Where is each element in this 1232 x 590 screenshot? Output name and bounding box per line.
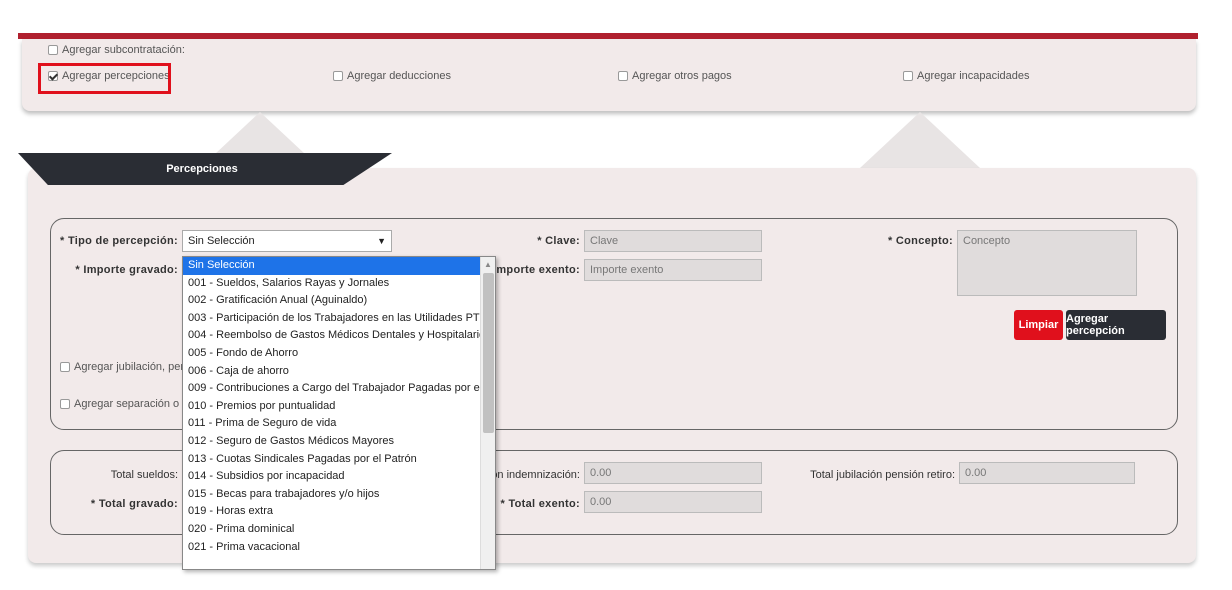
clave-input[interactable]: Clave xyxy=(584,230,762,252)
subcontratacion-option[interactable]: Agregar subcontratación: xyxy=(48,44,185,56)
dropdown-option[interactable]: Sin Selección xyxy=(183,257,481,275)
dropdown-option[interactable]: 019 - Horas extra xyxy=(183,503,481,521)
limpiar-button[interactable]: Limpiar xyxy=(1014,310,1063,340)
total-separacion-value: 0.00 xyxy=(584,462,762,484)
chevron-down-icon: ▼ xyxy=(377,236,386,246)
deducciones-checkbox[interactable] xyxy=(333,71,343,81)
jubilacion-option[interactable]: Agregar jubilación, pensió xyxy=(60,361,201,373)
total-sueldos-label: Total sueldos: xyxy=(110,469,178,481)
dropdown-option[interactable]: 012 - Seguro de Gastos Médicos Mayores xyxy=(183,433,481,451)
dropdown-options-list[interactable]: Sin Selección 001 - Sueldos, Salarios Ray… xyxy=(183,257,481,556)
dropdown-option[interactable]: 010 - Premios por puntualidad xyxy=(183,398,481,416)
deducciones-option[interactable]: Agregar deducciones xyxy=(333,70,451,82)
concepto-input[interactable]: Concepto xyxy=(957,230,1137,296)
dropdown-option[interactable]: 006 - Caja de ahorro xyxy=(183,363,481,381)
dropdown-option[interactable]: 002 - Gratificación Anual (Aguinaldo) xyxy=(183,292,481,310)
tipo-percepcion-dropdown[interactable]: Sin Selección 001 - Sueldos, Salarios Ray… xyxy=(182,256,496,570)
tipo-percepcion-select[interactable]: Sin Selección ▼ xyxy=(182,230,392,252)
dropdown-option[interactable]: 020 - Prima dominical xyxy=(183,521,481,539)
importe-exento-input[interactable]: Importe exento xyxy=(584,259,762,281)
subcontratacion-label: Agregar subcontratación: xyxy=(62,44,185,56)
dropdown-option[interactable]: 013 - Cuotas Sindicales Pagadas por el P… xyxy=(183,451,481,469)
dropdown-option[interactable]: 004 - Reembolso de Gastos Médicos Dental… xyxy=(183,327,481,345)
total-jubilacion-value: 0.00 xyxy=(959,462,1135,484)
clave-label: * Clave: xyxy=(537,235,580,247)
tipo-percepcion-value: Sin Selección xyxy=(188,235,255,247)
otros-pagos-label: Agregar otros pagos xyxy=(632,70,732,82)
dropdown-option[interactable]: 011 - Prima de Seguro de vida xyxy=(183,415,481,433)
agregar-percepcion-button[interactable]: Agregar percepción xyxy=(1066,310,1166,340)
concepto-label: * Concepto: xyxy=(887,235,953,247)
background-decoration xyxy=(860,112,980,168)
dropdown-option[interactable]: 001 - Sueldos, Salarios Rayas y Jornales xyxy=(183,275,481,293)
jubilacion-checkbox[interactable] xyxy=(60,362,70,372)
dropdown-option[interactable]: 021 - Prima vacacional xyxy=(183,539,481,557)
incapacidades-option[interactable]: Agregar incapacidades xyxy=(903,70,1030,82)
tipo-percepcion-label: * Tipo de percepción: xyxy=(60,235,178,247)
dropdown-option[interactable]: 009 - Contribuciones a Cargo del Trabaja… xyxy=(183,380,481,398)
importe-gravado-label: * Importe gravado: xyxy=(75,264,178,276)
dropdown-option[interactable]: 005 - Fondo de Ahorro xyxy=(183,345,481,363)
dropdown-option[interactable]: 014 - Subsidios por incapacidad xyxy=(183,468,481,486)
dropdown-option[interactable]: 003 - Participación de los Trabajadores … xyxy=(183,310,481,328)
total-jubilacion-label: Total jubilación pensión retiro: xyxy=(810,469,955,481)
otros-pagos-option[interactable]: Agregar otros pagos xyxy=(618,70,732,82)
incapacidades-label: Agregar incapacidades xyxy=(917,70,1030,82)
percepciones-tab: Percepciones xyxy=(18,153,392,185)
total-gravado-label: * Total gravado: xyxy=(90,498,178,510)
highlight-box xyxy=(38,63,171,94)
dropdown-scrollbar[interactable]: ▲ xyxy=(480,257,495,569)
total-exento-value: 0.00 xyxy=(584,491,762,513)
scroll-up-icon[interactable]: ▲ xyxy=(484,260,492,269)
dropdown-option[interactable]: 015 - Becas para trabajadores y/o hijos xyxy=(183,486,481,504)
incapacidades-checkbox[interactable] xyxy=(903,71,913,81)
separacion-checkbox[interactable] xyxy=(60,399,70,409)
subcontratacion-checkbox[interactable] xyxy=(48,45,58,55)
scrollbar-thumb[interactable] xyxy=(483,273,494,433)
deducciones-label: Agregar deducciones xyxy=(347,70,451,82)
otros-pagos-checkbox[interactable] xyxy=(618,71,628,81)
